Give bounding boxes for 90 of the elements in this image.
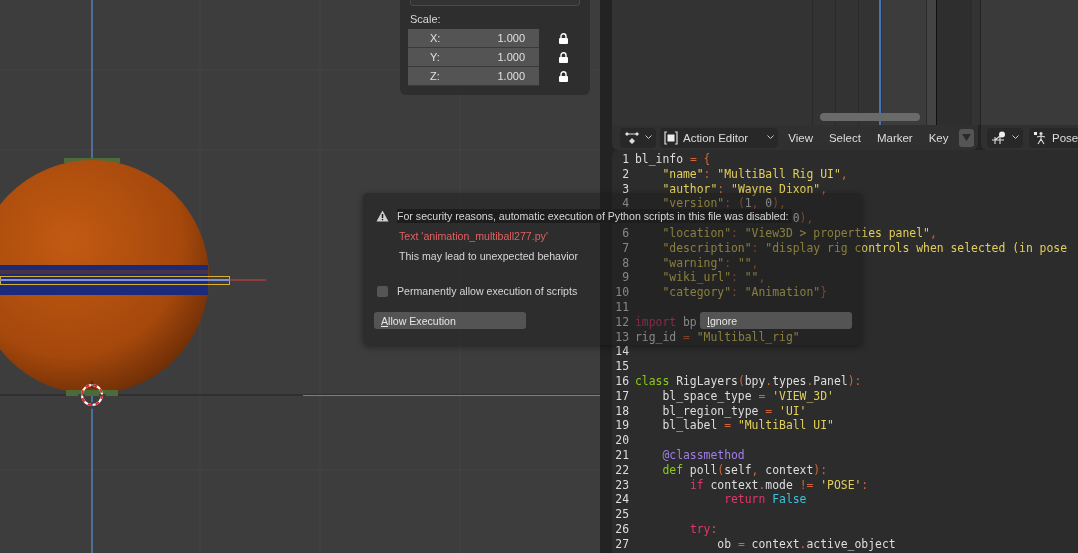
menu-item[interactable]: Marker bbox=[870, 129, 919, 146]
code-line: def poll(self, context): bbox=[662, 462, 828, 478]
dialog-button[interactable]: Ignore bbox=[700, 312, 852, 329]
code-line: bl_region_type = 'UI' bbox=[662, 403, 807, 419]
code-line: "location": "View3D > properties panel", bbox=[662, 226, 937, 241]
line-number: 27 bbox=[614, 536, 629, 552]
code-line: 0), bbox=[792, 211, 814, 226]
triangle-icon bbox=[961, 134, 971, 141]
code-line: "author": "Wayne Dixon", bbox=[662, 181, 828, 197]
line-number: 6 bbox=[621, 226, 629, 241]
checkbox[interactable] bbox=[377, 285, 388, 297]
line-number: 22 bbox=[614, 462, 629, 478]
cursor-icon bbox=[77, 380, 107, 410]
code-line: if context.mode != 'POSE': bbox=[689, 477, 869, 493]
line-number: 26 bbox=[614, 521, 629, 537]
code-line: bl_label = "MultiBall UI" bbox=[662, 418, 834, 434]
dialog-message: For security reasons, automatic execution of Python scripts in this file was disabled: bbox=[397, 209, 792, 223]
code-line: "warning": "", bbox=[662, 255, 759, 271]
scale-label: Scale: bbox=[409, 12, 441, 27]
line-number: 7 bbox=[621, 240, 629, 256]
code-line: "version": (1, 0), bbox=[662, 196, 786, 212]
line-number: 12 bbox=[614, 314, 629, 330]
x-axis-line bbox=[229, 279, 267, 281]
pose-figure-icon bbox=[1033, 130, 1047, 145]
scrollbar-handle[interactable] bbox=[820, 113, 920, 121]
chevron-icon bbox=[645, 135, 652, 140]
menu-item[interactable]: View bbox=[782, 129, 819, 146]
pose-dropdown[interactable]: Pose bbox=[1029, 127, 1078, 148]
armature-icon bbox=[991, 130, 1007, 145]
line-number: 4 bbox=[621, 196, 629, 212]
line-number: 21 bbox=[614, 447, 629, 463]
code-line: @classmethod bbox=[662, 447, 745, 463]
field-value: 1.000 bbox=[497, 32, 525, 44]
code-line: import bp bbox=[635, 314, 697, 330]
action-icon bbox=[664, 130, 678, 145]
warning-icon bbox=[376, 210, 389, 222]
line-number: 24 bbox=[614, 492, 629, 508]
code-line: try: bbox=[689, 521, 718, 537]
chevron-icon bbox=[1012, 135, 1019, 140]
line-number: 3 bbox=[621, 181, 629, 197]
line-number: 25 bbox=[614, 507, 629, 522]
editor-type-dropdown[interactable] bbox=[987, 127, 1023, 148]
line-number: 9 bbox=[621, 270, 629, 286]
line-number: 20 bbox=[614, 433, 629, 448]
code-line: "name": "MultiBall Rig UI", bbox=[662, 166, 848, 182]
axis-label: Y: bbox=[430, 51, 440, 63]
line-number: 16 bbox=[614, 373, 629, 389]
scale-field[interactable]: Y: 1.000 bbox=[408, 48, 539, 67]
line-number: 23 bbox=[614, 477, 629, 493]
file-name: Text 'animation_multiball277.py' bbox=[399, 230, 548, 242]
line-number: 15 bbox=[614, 359, 629, 374]
line-number: 17 bbox=[614, 388, 629, 404]
code-line: "wiki_url": "", bbox=[662, 270, 766, 286]
line-number: 19 bbox=[614, 418, 629, 434]
line-number: 13 bbox=[614, 329, 629, 345]
dialog-button[interactable]: Allow Execution bbox=[374, 312, 526, 329]
field-value: 1.000 bbox=[497, 70, 525, 82]
field-value: 1.000 bbox=[497, 51, 525, 63]
line-number: 14 bbox=[614, 344, 629, 360]
code-line: class RigLayers(bpy.types.Panel): bbox=[635, 373, 862, 389]
pose-label: Pose bbox=[1052, 131, 1078, 144]
axis-label: X: bbox=[430, 32, 441, 44]
mode-dropdown[interactable]: Action Editor bbox=[660, 127, 779, 148]
axis-label: Z: bbox=[430, 70, 440, 82]
mode-label: Action Editor bbox=[683, 131, 749, 144]
code-line: "description": "display rig controls when selected (in pose bbox=[662, 240, 1068, 256]
lock-icon[interactable] bbox=[559, 71, 568, 82]
lock-icon[interactable] bbox=[559, 52, 568, 63]
code-line: bl_space_type = 'VIEW_3D' bbox=[662, 388, 834, 404]
chevron-icon bbox=[767, 135, 775, 140]
scale-field[interactable]: X: 1.000 bbox=[408, 29, 539, 48]
code-line: ob = context.active_object bbox=[717, 536, 896, 552]
code-line: "category": "Animation"} bbox=[662, 285, 828, 300]
line-number: 1 bbox=[621, 152, 629, 167]
scale-field[interactable]: Z: 1.000 bbox=[408, 67, 539, 86]
line-number: 2 bbox=[621, 166, 629, 182]
editor-type-dropdown[interactable] bbox=[620, 127, 656, 148]
code-line: rig_id = "Multiball_rig" bbox=[635, 329, 800, 345]
line-number: 18 bbox=[614, 403, 629, 419]
menu-item[interactable]: Key bbox=[922, 129, 955, 146]
code-line: bl_info = { bbox=[635, 152, 711, 167]
line-number: 11 bbox=[614, 299, 629, 315]
menu-item[interactable]: Select bbox=[822, 129, 867, 146]
lock-icon[interactable] bbox=[559, 33, 568, 44]
line-number: 10 bbox=[614, 285, 629, 300]
keyframes-icon bbox=[624, 130, 640, 145]
warning-text: This may lead to unexpected behavior bbox=[399, 250, 579, 262]
checkbox-label: Permanently allow execution of scripts bbox=[397, 285, 578, 297]
code-line: return False bbox=[724, 492, 807, 508]
line-number: 8 bbox=[621, 255, 629, 271]
